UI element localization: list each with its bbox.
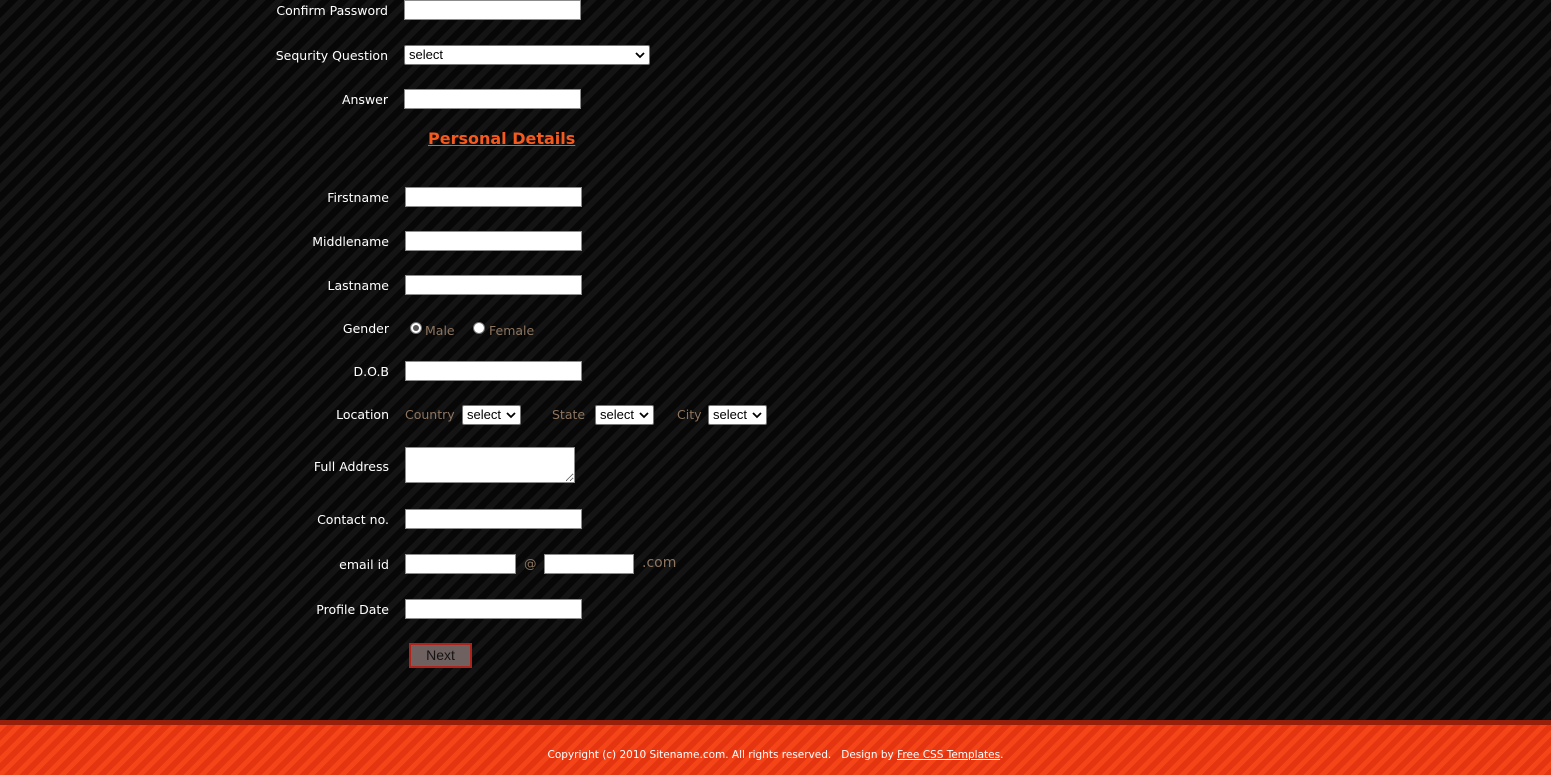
full-address-label: Full Address — [313, 459, 389, 474]
country-value: select — [467, 407, 501, 422]
state-label: State — [552, 407, 586, 422]
contact-input[interactable] — [405, 509, 582, 529]
lastname-input[interactable] — [405, 275, 582, 295]
answer-input[interactable] — [404, 89, 581, 109]
contact-label: Contact no. — [317, 512, 389, 527]
chevron-down-icon — [639, 412, 649, 419]
personal-details-heading: Personal Details — [428, 129, 576, 148]
email-domain-input[interactable] — [544, 554, 634, 574]
chevron-down-icon — [752, 412, 762, 419]
city-value: select — [713, 407, 747, 422]
firstname-input[interactable] — [405, 187, 582, 207]
state-select[interactable]: select — [595, 405, 654, 425]
middlename-input[interactable] — [405, 231, 582, 251]
gender-male-label: Male — [425, 323, 455, 338]
email-user-input[interactable] — [405, 554, 516, 574]
middlename-label: Middlename — [312, 234, 389, 249]
email-label: email id — [339, 557, 389, 572]
profile-date-input[interactable] — [405, 599, 582, 619]
chevron-down-icon — [506, 412, 516, 419]
confirm-password-input[interactable] — [404, 0, 581, 20]
gender-female-radio[interactable] — [473, 322, 485, 334]
profile-date-label: Profile Date — [316, 602, 389, 617]
country-select[interactable]: select — [462, 405, 521, 425]
chevron-down-icon — [635, 52, 645, 59]
confirm-password-label: Confirm Password — [276, 3, 388, 18]
answer-label: Answer — [341, 92, 388, 107]
location-label: Location — [336, 407, 389, 422]
state-value: select — [600, 407, 634, 422]
gender-label: Gender — [342, 321, 389, 336]
security-question-value: select — [409, 47, 443, 62]
lastname-label: Lastname — [327, 278, 390, 293]
next-button[interactable]: Next — [409, 643, 472, 668]
country-label: Country — [405, 407, 455, 422]
security-question-label: Sequrity Question — [275, 48, 388, 63]
firstname-label: Firstname — [327, 190, 389, 205]
footer-period: . — [1000, 749, 1004, 761]
footer-text: Copyright (c) 2010 Sitename.com. All rig… — [0, 749, 1551, 761]
copyright-text: Copyright (c) 2010 Sitename.com. All rig… — [547, 749, 832, 761]
registration-form: Confirm Password Sequrity Question selec… — [0, 0, 1551, 720]
free-css-templates-link[interactable]: Free CSS Templates — [897, 749, 1000, 761]
email-at-sign: @ — [524, 556, 537, 571]
gender-female-label: Female — [489, 323, 535, 338]
email-suffix: .com — [642, 555, 677, 571]
full-address-textarea[interactable] — [405, 447, 575, 483]
city-label: City — [677, 407, 702, 422]
security-question-select[interactable]: select — [404, 45, 650, 65]
footer: Copyright (c) 2010 Sitename.com. All rig… — [0, 720, 1551, 775]
dob-label: D.O.B — [353, 364, 389, 379]
gender-male-radio[interactable] — [410, 322, 422, 334]
design-by-text: Design by — [841, 749, 894, 761]
city-select[interactable]: select — [708, 405, 767, 425]
dob-input[interactable] — [405, 361, 582, 381]
